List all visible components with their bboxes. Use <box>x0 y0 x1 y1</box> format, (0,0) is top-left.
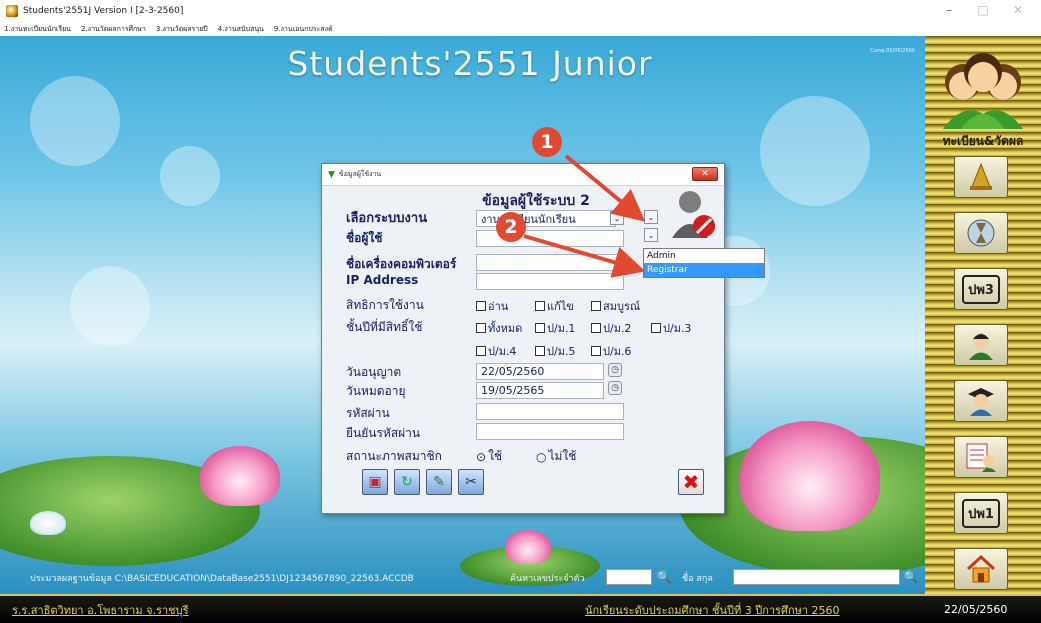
annotation-arrow-1 <box>564 154 646 222</box>
application-window: Students'2551J Version I [2-3-2560] – □ … <box>0 0 1041 623</box>
annotation-badge-2: 2 <box>496 212 526 242</box>
annotation-overlay <box>523 154 646 278</box>
annotation-badge-1: 1 <box>532 127 562 157</box>
annotation-arrow-2 <box>523 234 646 278</box>
